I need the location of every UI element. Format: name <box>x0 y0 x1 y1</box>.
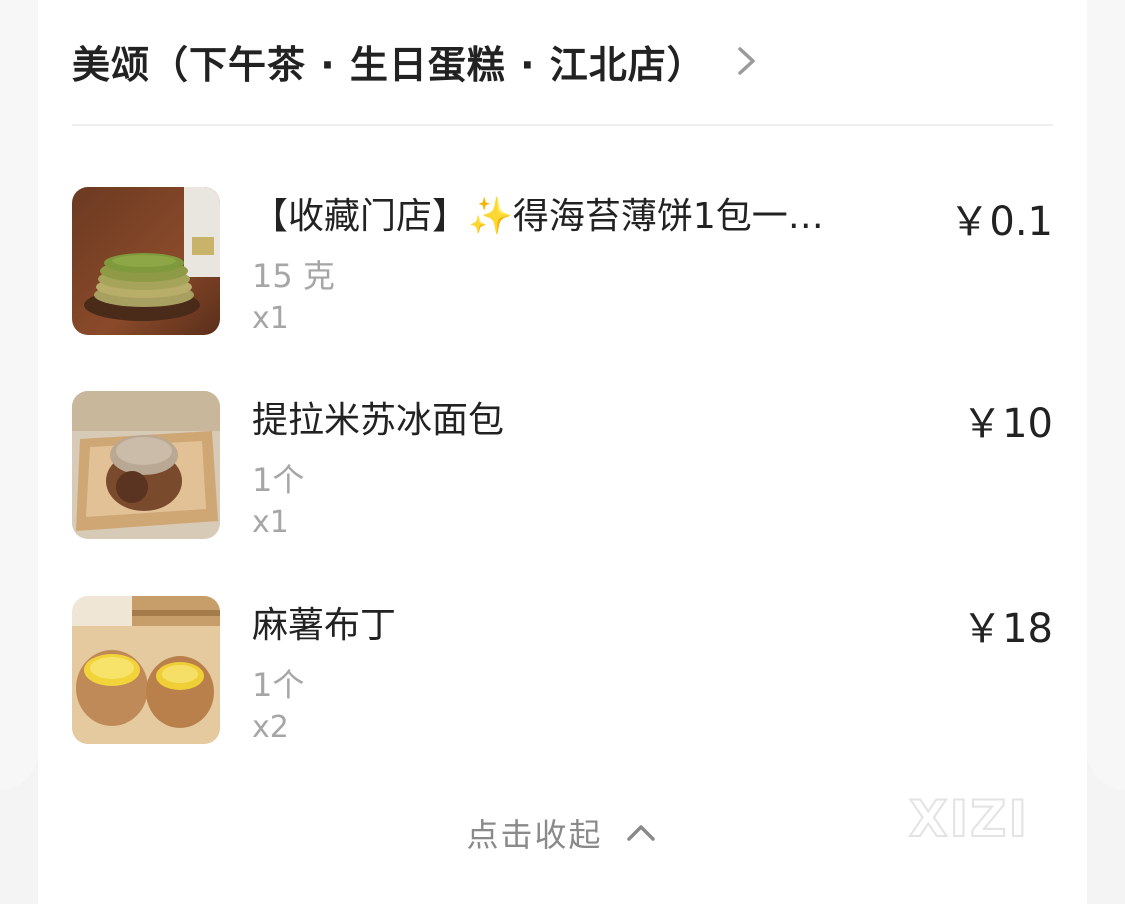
item-quantity: x2 <box>252 710 289 745</box>
item-name: 提拉米苏冰面包 <box>252 400 505 441</box>
store-header[interactable]: 美颂（下午茶 · 生日蛋糕 · 江北店） <box>72 26 892 96</box>
item-spec: 15 克 <box>252 257 335 295</box>
page-background-left <box>0 0 38 790</box>
item-quantity: x1 <box>252 301 289 336</box>
svg-text:XIZI: XIZI <box>909 790 1029 846</box>
collapse-label[interactable]: 点击收起 <box>466 810 602 856</box>
order-item[interactable]: 提拉米苏冰面包 ￥10 1个 x1 <box>72 391 1053 541</box>
product-image-seaweed-crackers[interactable] <box>72 187 220 335</box>
item-name: 【收藏门店】✨得海苔薄饼1包一… <box>252 196 824 237</box>
product-image-mochi-pudding[interactable] <box>72 596 220 744</box>
chevron-up-icon[interactable] <box>625 818 659 848</box>
chevron-right-icon[interactable] <box>736 41 762 81</box>
order-item[interactable]: 麻薯布丁 ￥18 1个 x2 <box>72 596 1053 746</box>
item-spec: 1个 <box>252 461 305 499</box>
header-divider <box>72 124 1053 126</box>
item-price: ￥0.1 <box>949 199 1053 245</box>
product-image-tiramisu-bread[interactable] <box>72 391 220 539</box>
item-quantity: x1 <box>252 505 289 540</box>
item-name: 麻薯布丁 <box>252 605 397 646</box>
watermark-logo: XIZI <box>905 789 1045 850</box>
item-spec: 1个 <box>252 666 305 704</box>
store-name[interactable]: 美颂（下午茶 · 生日蛋糕 · 江北店） <box>72 34 706 89</box>
item-price: ￥10 <box>962 401 1053 447</box>
item-price: ￥18 <box>962 606 1053 652</box>
page-background-right <box>1087 0 1125 790</box>
order-item[interactable]: 【收藏门店】✨得海苔薄饼1包一… ￥0.1 15 克 x1 <box>72 187 1053 337</box>
